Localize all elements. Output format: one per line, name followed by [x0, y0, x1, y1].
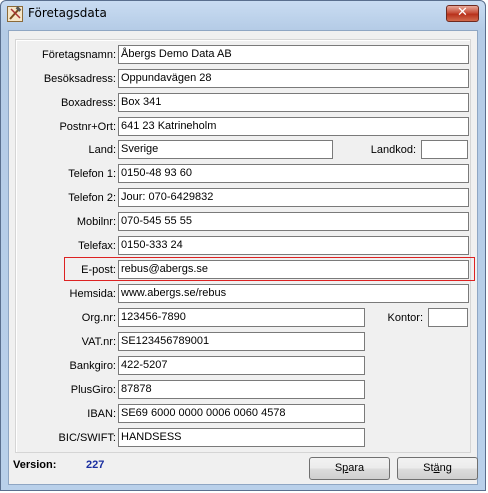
postcode-city-label: Postnr+Ort:	[59, 121, 116, 133]
close-icon: ✕	[457, 5, 468, 20]
iban-label: IBAN:	[87, 408, 116, 420]
phone2-label: Telefon 2:	[68, 192, 116, 204]
vat-number-field[interactable]: SE123456789001	[118, 332, 365, 351]
country-code-field[interactable]	[421, 140, 468, 159]
save-button-text-end: ara	[348, 462, 365, 474]
window-title: Företagsdata	[28, 6, 107, 20]
phone1-label: Telefon 1:	[68, 168, 116, 180]
bic-swift-label: BIC/SWIFT:	[58, 432, 116, 444]
mobile-field[interactable]: 070-545 55 55	[118, 212, 469, 231]
close-button-text-start: St	[423, 462, 434, 474]
bankgiro-field[interactable]: 422-5207	[118, 356, 365, 375]
version-value: 227	[86, 459, 105, 471]
vat-number-label: VAT.nr:	[81, 336, 116, 348]
iban-field[interactable]: SE69 6000 0000 0006 0060 4578	[118, 404, 365, 423]
close-window-button[interactable]: ✕	[446, 5, 479, 22]
version-label: Version:	[13, 459, 57, 471]
website-label: Hemsida:	[69, 288, 116, 300]
fax-label: Telefax:	[78, 240, 116, 252]
close-button-text-end: ng	[439, 462, 452, 474]
company-data-group: Företagsnamn: Åbergs Demo Data AB Besöks…	[15, 39, 475, 453]
office-label: Kontor:	[387, 312, 423, 324]
org-number-label: Org.nr:	[81, 312, 116, 324]
country-field[interactable]: Sverige	[118, 140, 333, 159]
office-field[interactable]	[428, 308, 468, 327]
company-name-field[interactable]: Åbergs Demo Data AB	[118, 45, 469, 64]
visiting-address-field[interactable]: Oppundavägen 28	[118, 69, 469, 88]
plusgiro-label: PlusGiro:	[70, 384, 116, 396]
hammer-tools-icon	[7, 6, 23, 22]
email-label: E-post:	[81, 264, 116, 276]
close-button[interactable]: Stäng	[397, 457, 478, 480]
postcode-city-field[interactable]: 641 23 Katrineholm	[118, 117, 469, 136]
title-bar[interactable]: Företagsdata ✕	[1, 1, 485, 27]
plusgiro-field[interactable]: 87878	[118, 380, 365, 399]
phone2-field[interactable]: Jour: 070-6429832	[118, 188, 469, 207]
country-label: Land:	[88, 144, 116, 156]
dialog-body: Företagsnamn: Åbergs Demo Data AB Besöks…	[8, 30, 478, 485]
box-address-field[interactable]: Box 341	[118, 93, 469, 112]
country-code-label: Landkod:	[370, 144, 416, 156]
box-address-label: Boxadress:	[60, 97, 116, 109]
phone1-field[interactable]: 0150-48 93 60	[118, 164, 469, 183]
bankgiro-label: Bankgiro:	[69, 360, 116, 372]
dialog-window: Företagsdata ✕ Företagsnamn: Åbergs Demo…	[0, 0, 486, 491]
fax-field[interactable]: 0150-333 24	[118, 236, 469, 255]
mobile-label: Mobilnr:	[76, 216, 116, 228]
visiting-address-label: Besöksadress:	[43, 73, 116, 85]
company-name-label: Företagsnamn:	[42, 49, 116, 61]
email-field[interactable]: rebus@abergs.se	[118, 260, 469, 279]
website-field[interactable]: www.abergs.se/rebus	[118, 284, 469, 303]
bic-swift-field[interactable]: HANDSESS	[118, 428, 365, 447]
save-button[interactable]: Spara	[309, 457, 390, 480]
